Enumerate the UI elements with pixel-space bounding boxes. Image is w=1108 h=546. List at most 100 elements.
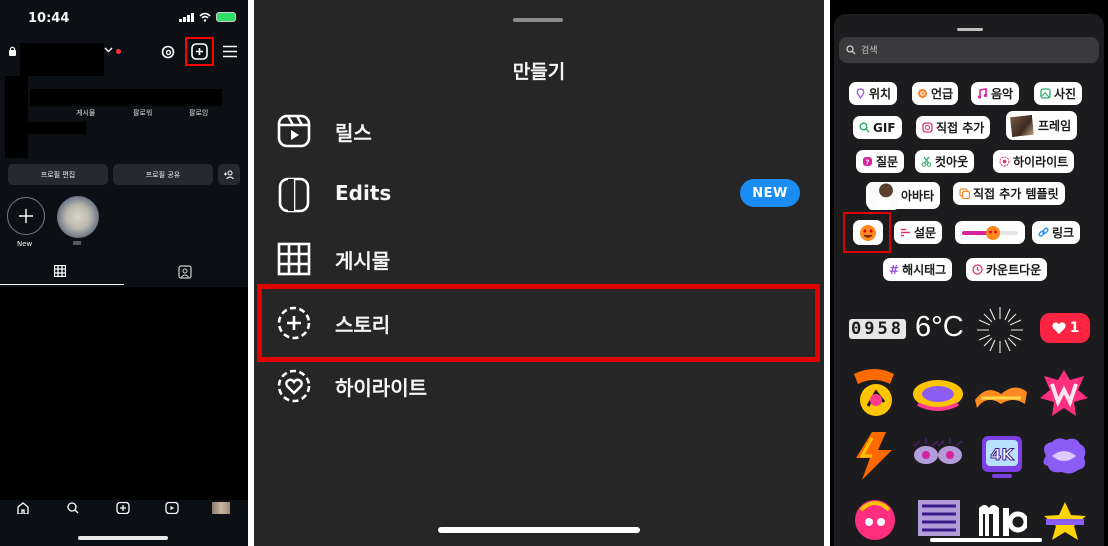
- puffy-text-sticker[interactable]: [1040, 436, 1088, 476]
- avatar-figure: [868, 181, 898, 210]
- sticker-poll[interactable]: 설문: [894, 221, 943, 244]
- eyes-sticker[interactable]: [912, 438, 964, 472]
- profile-nav-avatar[interactable]: [212, 502, 230, 514]
- mention-icon: [918, 89, 927, 98]
- sticker-search-input[interactable]: [839, 37, 1099, 63]
- tray-grabber[interactable]: [957, 28, 983, 31]
- lightning-hand-sticker[interactable]: [852, 432, 898, 480]
- sticker-poll-label: 설문: [914, 226, 937, 240]
- sticker-like-count[interactable]: 1: [1040, 313, 1090, 343]
- burst-w-sticker[interactable]: [1040, 368, 1088, 418]
- posts-grid-empty: [0, 287, 248, 505]
- chevron-down-icon[interactable]: [104, 45, 113, 54]
- highlight-label-blur: [73, 241, 81, 245]
- sticker-add-yours-label: 직접 추가: [936, 121, 985, 135]
- search-gif-icon: [859, 122, 870, 133]
- heart-icon: [1051, 322, 1066, 334]
- star-sticker[interactable]: [1040, 500, 1090, 540]
- clock-digits: 0958: [849, 319, 906, 339]
- profile-screen: 10:44 게시물 팔로워 팔로잉 프로필 편집 프로필 공유 New: [0, 0, 248, 546]
- menu-item-edits[interactable]: Edits NEW: [254, 163, 824, 225]
- sticker-hashtag[interactable]: # 해시태그: [883, 258, 953, 281]
- highlight-icon: [999, 156, 1010, 167]
- link-icon: [1038, 227, 1049, 237]
- sticker-mention[interactable]: 언급: [912, 82, 959, 105]
- countdown-icon: [972, 264, 983, 275]
- sticker-music[interactable]: 음악: [971, 82, 1020, 105]
- create-nav-icon[interactable]: [116, 502, 130, 514]
- menu-icon[interactable]: [223, 45, 237, 58]
- home-indicator: [438, 527, 640, 533]
- sticker-location[interactable]: 위치: [849, 82, 898, 105]
- sticker-add-yours-template[interactable]: 직접 추가 템플릿: [953, 182, 1065, 205]
- menu-item-reels[interactable]: 릴스: [254, 99, 824, 161]
- story-highlight-box: [257, 284, 820, 362]
- sticker-highlight[interactable]: 하이라이트: [993, 150, 1075, 173]
- sticker-clock[interactable]: 0958: [849, 319, 906, 339]
- menu-item-highlight[interactable]: 하이라이트: [254, 354, 824, 416]
- sparkle-burst-sticker[interactable]: [975, 305, 1025, 355]
- sticker-gif[interactable]: GIF: [853, 116, 902, 139]
- active-tab-indicator: [0, 284, 124, 285]
- followers-label[interactable]: 팔로워: [133, 108, 152, 118]
- sticker-question[interactable]: ? 질문: [856, 150, 905, 173]
- menu-item-post[interactable]: 게시물: [254, 227, 824, 289]
- could-be-worse-sticker[interactable]: [914, 496, 964, 540]
- sheet-title: 만들기: [512, 61, 566, 83]
- edit-profile-button[interactable]: 프로필 편집: [8, 164, 108, 185]
- emoji-sticker-highlight-box: [843, 212, 891, 253]
- search-icon: [846, 45, 856, 55]
- mio-sticker[interactable]: [975, 500, 1027, 540]
- threads-icon[interactable]: [160, 44, 176, 60]
- sticker-countdown[interactable]: 카운트다운: [966, 258, 1048, 281]
- sound-on-text-sticker[interactable]: [973, 378, 1029, 410]
- sound-on-sticker[interactable]: [850, 368, 898, 420]
- share-profile-button[interactable]: 프로필 공유: [113, 164, 213, 185]
- grid-tab-icon[interactable]: [54, 265, 66, 277]
- menu-label-reels: 릴스: [335, 121, 372, 145]
- sticker-frame-label: 프레임: [1038, 119, 1072, 133]
- search-nav-icon[interactable]: [66, 502, 80, 514]
- hashtag-icon: #: [889, 262, 900, 277]
- camera-icon: [922, 122, 933, 133]
- add-person-button[interactable]: [218, 164, 240, 185]
- sticker-cutout-label: 컷아웃: [935, 155, 969, 169]
- highlight-thumbnail[interactable]: [57, 196, 99, 238]
- sticker-avatar[interactable]: 아바타: [866, 181, 941, 210]
- svg-text:4K: 4K: [990, 445, 1014, 464]
- grid-post-icon: [277, 242, 311, 276]
- following-label[interactable]: 팔로잉: [189, 108, 208, 118]
- like-count: 1: [1069, 320, 1080, 336]
- sticker-photo[interactable]: 사진: [1034, 82, 1083, 105]
- sheet-grabber[interactable]: [513, 18, 563, 22]
- emoji-slider-icon: [962, 225, 1018, 240]
- plus-icon: [19, 209, 33, 223]
- sticker-frame[interactable]: 프레임: [1006, 111, 1078, 140]
- reels-nav-icon[interactable]: [165, 502, 179, 514]
- sticker-emoji-slider[interactable]: [955, 221, 1025, 244]
- username-redacted: [20, 43, 104, 76]
- sticker-location-label: 위치: [869, 87, 892, 101]
- 4k-sticker[interactable]: 4K: [978, 432, 1026, 480]
- wifi-icon: [199, 12, 211, 22]
- sticker-cutout[interactable]: 컷아웃: [915, 150, 975, 173]
- sticker-link[interactable]: 링크: [1032, 221, 1081, 244]
- sticker-add-yours[interactable]: 직접 추가: [916, 116, 991, 139]
- avatar-redacted: [5, 76, 28, 158]
- home-icon[interactable]: [16, 502, 30, 514]
- sticker-mention-label: 언급: [931, 87, 954, 101]
- sound-wave-sticker[interactable]: [912, 376, 964, 412]
- posts-label: 게시물: [76, 109, 96, 117]
- search-placeholder: 검색: [861, 46, 878, 56]
- poll-icon: [901, 228, 910, 237]
- pink-face-sticker[interactable]: [851, 496, 899, 540]
- signal-icon: [179, 12, 194, 22]
- status-time: 10:44: [28, 11, 70, 26]
- sticker-temperature[interactable]: 6°C: [915, 311, 964, 344]
- notification-dot: [116, 49, 121, 54]
- tagged-tab-icon[interactable]: [178, 265, 192, 279]
- svg-text:?: ?: [865, 159, 869, 167]
- new-highlight-button[interactable]: [7, 197, 45, 235]
- battery-icon: [216, 12, 236, 22]
- location-pin-icon: [856, 88, 865, 99]
